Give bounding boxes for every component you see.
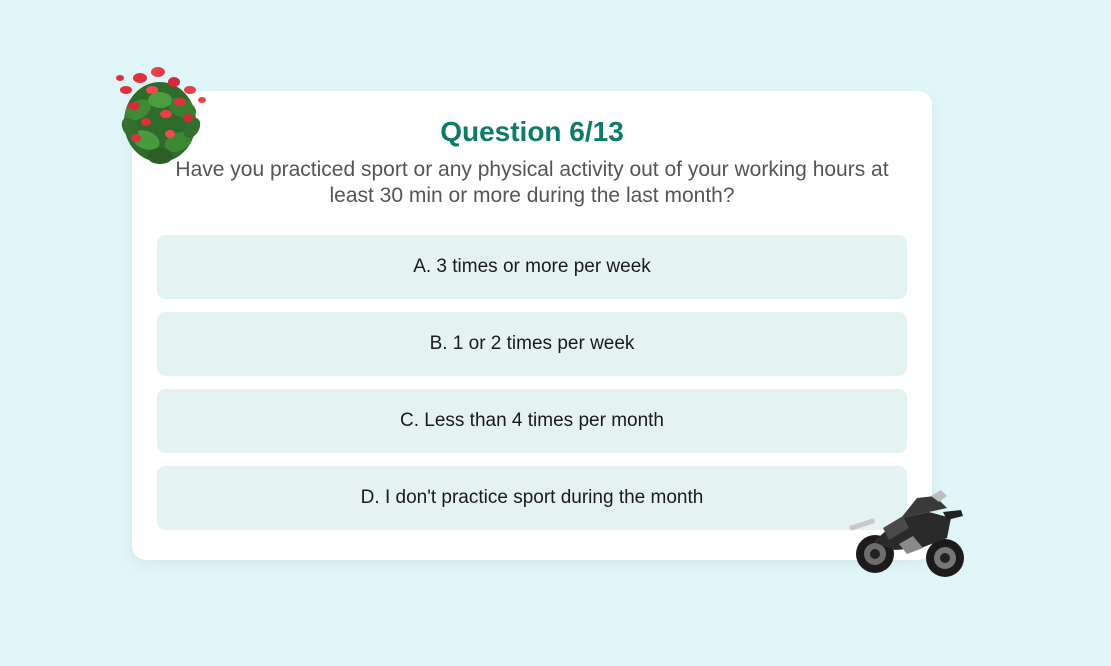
answer-options: A. 3 times or more per week B. 1 or 2 ti… bbox=[157, 235, 907, 530]
question-text: Have you practiced sport or any physical… bbox=[175, 158, 889, 207]
motorcycle-icon bbox=[849, 490, 964, 577]
answer-option-d[interactable]: D. I don't practice sport during the mon… bbox=[157, 466, 907, 530]
answer-option-c[interactable]: C. Less than 4 times per month bbox=[157, 389, 907, 453]
question-title: Question 6/13 bbox=[440, 116, 624, 147]
answer-option-b[interactable]: B. 1 or 2 times per week bbox=[157, 312, 907, 376]
question-card: Question 6/13 Have you practiced sport o… bbox=[132, 91, 932, 560]
answer-option-a[interactable]: A. 3 times or more per week bbox=[157, 235, 907, 299]
flower-plant-icon bbox=[116, 67, 206, 164]
